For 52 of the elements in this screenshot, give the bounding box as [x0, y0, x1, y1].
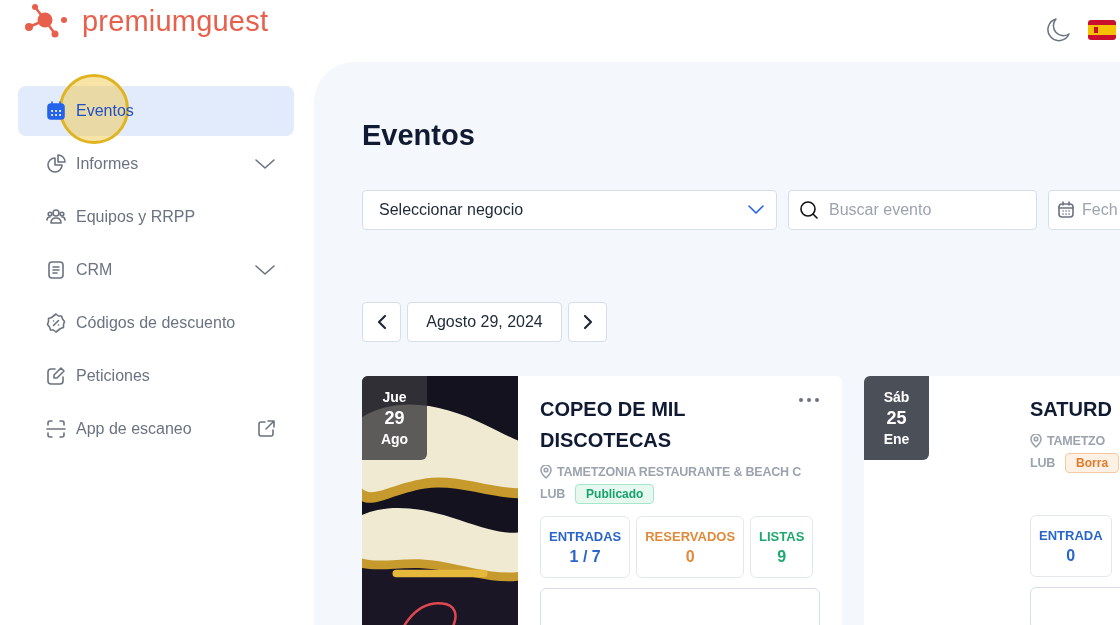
weekday-label: Jue — [382, 388, 407, 407]
month-label: Ago — [380, 430, 409, 449]
people-icon — [46, 207, 66, 227]
stat-label: ENTRADAS — [549, 528, 622, 544]
search-icon — [799, 200, 819, 220]
calendar-icon — [1057, 201, 1075, 219]
date-display[interactable]: Agosto 29, 2024 — [407, 302, 562, 342]
business-select[interactable]: Seleccionar negocio — [362, 190, 777, 230]
stat-label: LISTAS — [759, 528, 805, 544]
stat-label: ENTRADA — [1039, 527, 1103, 543]
sidebar-item[interactable]: App de escaneo — [18, 404, 294, 454]
stat-value: 0 — [685, 547, 695, 566]
sidebar-item[interactable]: CRM — [18, 245, 294, 295]
stat-label: RESERVADOS — [645, 528, 736, 544]
weekday-label: Sáb — [883, 388, 910, 407]
venue-text: TAMETZONIA RESTAURANTE & BEACH C — [557, 465, 802, 479]
document-icon — [46, 260, 66, 280]
month-label: Ene — [883, 430, 910, 449]
scan-icon — [46, 419, 66, 439]
event-title: COPEO DE MIL DISCOTECAS — [540, 397, 687, 453]
day-label: 29 — [384, 407, 405, 429]
edit-icon — [46, 366, 66, 386]
day-label: 25 — [886, 407, 907, 429]
event-title: SATURD — [1030, 397, 1113, 422]
stat-value: 0 — [1066, 546, 1076, 565]
sidebar-item[interactable]: Informes — [18, 139, 294, 189]
chevron-left-icon — [375, 314, 388, 330]
venue-text: TAMETZO — [1047, 434, 1106, 448]
pie-chart-icon — [46, 154, 66, 174]
next-button[interactable] — [568, 302, 607, 342]
status-badge: Borra — [1065, 453, 1120, 473]
moon-icon — [1046, 17, 1072, 43]
date-field[interactable]: Fech — [1048, 190, 1120, 230]
location-pin-icon — [1030, 434, 1042, 448]
logo-text: premiumguest — [82, 4, 269, 38]
venue-text: LUB — [540, 487, 566, 501]
previous-button[interactable] — [362, 302, 401, 342]
page-title: Eventos — [362, 118, 476, 152]
status-badge: Publicado — [575, 484, 655, 504]
location-pin-icon — [540, 465, 552, 479]
calendar-icon — [46, 101, 66, 121]
venue-text: LUB — [1030, 456, 1056, 470]
stat-value: 9 — [777, 547, 787, 566]
search-field[interactable]: Buscar evento — [788, 190, 1037, 230]
chevron-down-icon — [748, 205, 764, 215]
discount-icon — [46, 313, 66, 333]
sidebar-item[interactable]: Equipos y RRPP — [18, 192, 294, 242]
stat-value: 1 / 7 — [569, 547, 601, 566]
sidebar-item[interactable]: Peticiones — [18, 351, 294, 401]
flag-icon — [1088, 20, 1116, 40]
sidebar-item[interactable]: Códigos de descuento — [18, 298, 294, 348]
chevron-right-icon — [581, 314, 594, 330]
